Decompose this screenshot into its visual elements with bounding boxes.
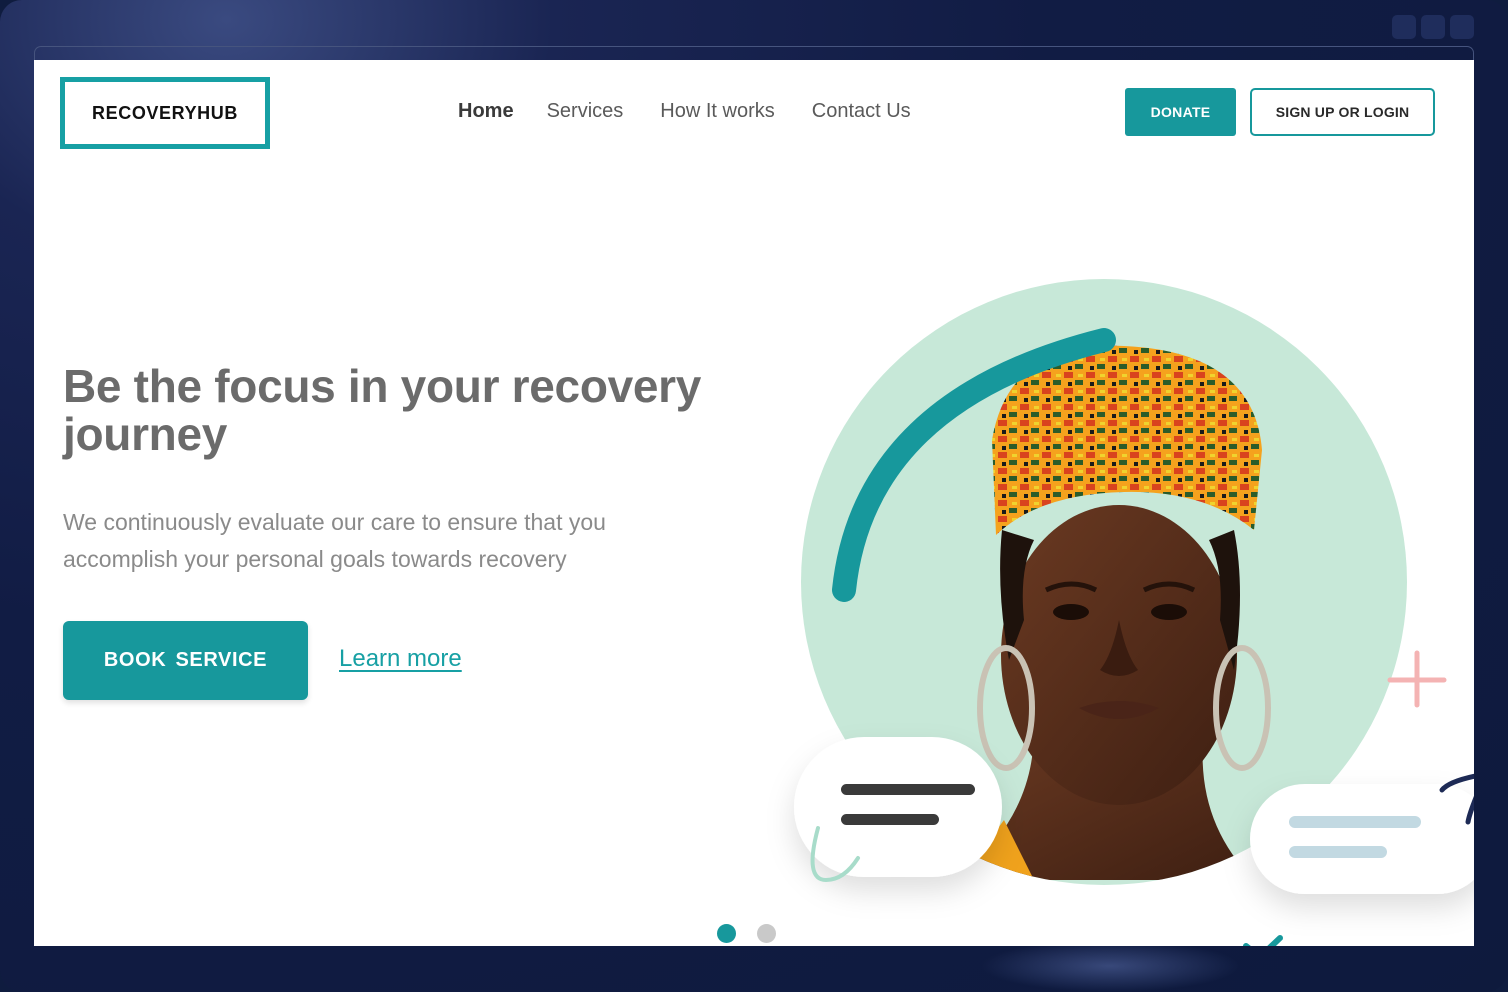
chat-bubble-icon <box>794 737 1002 877</box>
carousel-dot-1[interactable] <box>717 924 736 943</box>
main-nav: Home Services How It works Contact Us <box>458 100 948 123</box>
nav-item-home[interactable]: Home <box>458 100 514 123</box>
hero-headline: Be the focus in your recovery journey <box>63 360 702 460</box>
donate-button[interactable]: DONATE <box>1125 88 1236 136</box>
carousel-pagination <box>717 924 776 943</box>
plus-icon <box>1387 650 1447 708</box>
window-control-icon[interactable] <box>1421 15 1445 39</box>
window-controls <box>1392 15 1474 39</box>
chat-line <box>841 814 939 825</box>
chat-line <box>1289 846 1387 858</box>
book-service-button[interactable]: BOOK SERVICE <box>63 621 308 700</box>
screen-bezel <box>34 46 1474 60</box>
hero-illustration <box>794 279 1474 946</box>
nav-item-services[interactable]: Services <box>547 100 624 123</box>
window-control-icon[interactable] <box>1392 15 1416 39</box>
chat-bubble-icon <box>1250 784 1474 894</box>
nav-item-how-it-works[interactable]: How It works <box>660 100 774 123</box>
hero-subtext: We continuously evaluate our care to ens… <box>63 509 606 572</box>
webpage: RECOVERYHUB Home Services How It works C… <box>34 60 1474 946</box>
chat-line <box>841 784 975 795</box>
learn-more-link[interactable]: Learn more <box>339 645 462 673</box>
window-control-icon[interactable] <box>1450 15 1474 39</box>
carousel-dot-2[interactable] <box>757 924 776 943</box>
signup-login-button[interactable]: SIGN UP OR LOGIN <box>1250 88 1435 136</box>
site-logo[interactable]: RECOVERYHUB <box>60 77 270 149</box>
logo-text: RECOVERYHUB <box>92 102 238 123</box>
frame-glow <box>980 940 1240 992</box>
nav-item-contact-us[interactable]: Contact Us <box>812 100 911 123</box>
check-icon <box>1243 935 1283 946</box>
chat-line <box>1289 816 1421 828</box>
